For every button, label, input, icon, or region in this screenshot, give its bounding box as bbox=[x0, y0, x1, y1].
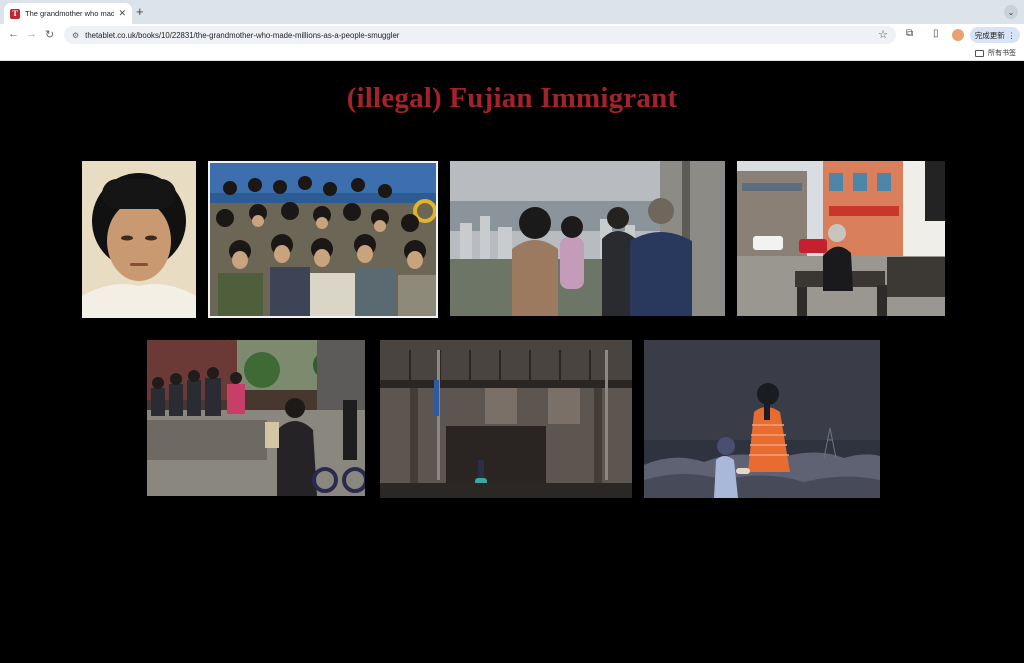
folder-icon bbox=[975, 49, 984, 57]
tune-icon[interactable]: ⚙ bbox=[72, 31, 79, 40]
portrait-photo bbox=[82, 161, 196, 318]
more-vert-icon: ⋮ bbox=[1007, 30, 1016, 40]
update-button-label: 完成更新 bbox=[974, 30, 1005, 40]
site-favicon-icon: T bbox=[10, 8, 20, 19]
page-content: (illegal) Fujian Immigrant bbox=[0, 61, 1024, 663]
new-tab-plus-icon[interactable]: + bbox=[136, 4, 144, 19]
page-title: (illegal) Fujian Immigrant bbox=[346, 82, 678, 114]
street-children-photo bbox=[147, 340, 365, 496]
puzzle-icon[interactable]: ⧉ bbox=[906, 28, 913, 39]
tab-title: The grandmother who made millions as a p… bbox=[25, 9, 115, 18]
reload-icon[interactable]: ↻ bbox=[45, 28, 54, 41]
browser-tab[interactable]: T The grandmother who made millions as a… bbox=[4, 3, 132, 24]
arrow-right-icon[interactable]: → bbox=[26, 28, 37, 40]
arrow-left-icon[interactable]: ← bbox=[8, 28, 19, 40]
url-text[interactable]: thetablet.co.uk/books/10/22831/the-grand… bbox=[85, 31, 399, 40]
wooden-house-photo bbox=[380, 340, 632, 498]
side-panel-icon[interactable]: ▯ bbox=[933, 28, 939, 39]
all-bookmarks-button[interactable]: 所有书签 bbox=[975, 48, 1016, 58]
all-bookmarks-label: 所有书签 bbox=[988, 50, 1016, 57]
update-button[interactable]: 完成更新 ⋮ bbox=[970, 27, 1020, 43]
elderly-bench-photo bbox=[737, 161, 945, 316]
browser-toolbar: ← → ↻ ⚙ thetablet.co.uk/books/10/22831/t… bbox=[0, 24, 1024, 46]
illustration-photo bbox=[644, 340, 880, 498]
boat-crowd-photo bbox=[208, 161, 438, 318]
bookmarks-bar: 所有书签 bbox=[0, 46, 1024, 61]
avatar[interactable] bbox=[952, 29, 964, 41]
family-overlook-photo bbox=[450, 161, 725, 316]
tab-strip: T The grandmother who made millions as a… bbox=[0, 0, 1024, 24]
close-icon[interactable]: ✕ bbox=[118, 8, 126, 19]
address-bar[interactable]: ⚙ thetablet.co.uk/books/10/22831/the-gra… bbox=[64, 26, 896, 44]
tab-search-chevron-icon[interactable]: ⌄ bbox=[1004, 5, 1018, 19]
star-icon[interactable]: ☆ bbox=[878, 28, 888, 41]
